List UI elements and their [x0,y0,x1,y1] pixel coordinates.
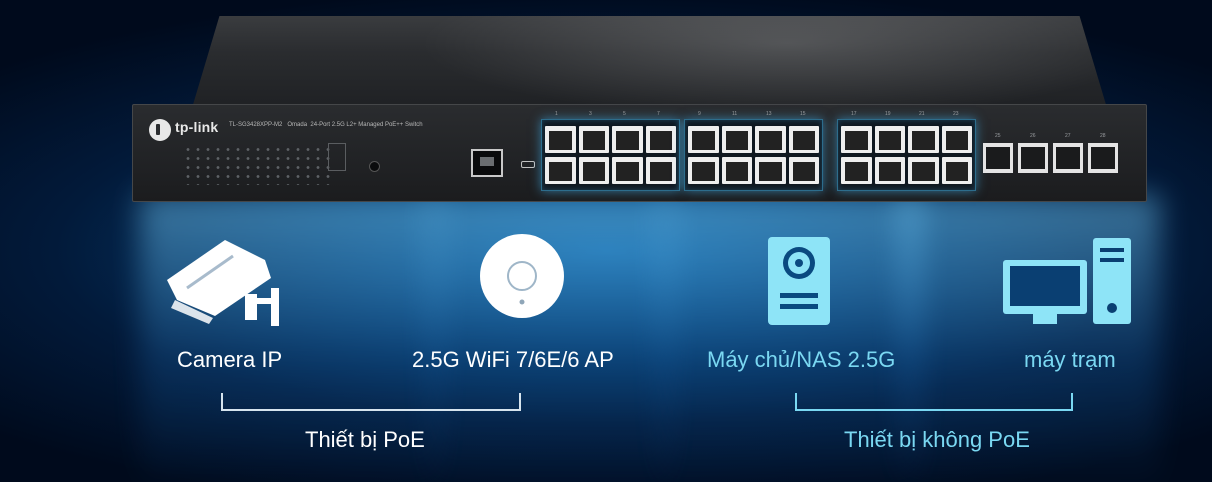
model-label: TL-SG3428XPP-M2 Omada 24-Port 2.5G L2+ M… [229,122,423,128]
model-number: TL-SG3428XPP-M2 [229,122,283,128]
rj45-port [874,157,905,184]
rj45-port [612,126,643,153]
sfp-port [983,143,1013,173]
workstation-icon [1003,238,1131,324]
port-group-2 [684,119,823,191]
sfp-port [1018,143,1048,173]
device-label-camera: Camera IP [177,347,283,372]
rj45-port [721,157,752,184]
device-label-workstation: máy trạm [1024,347,1116,372]
group-label-non-poe: Thiết bị không PoE [844,427,1030,452]
rj45-port [688,126,719,153]
status-led-grid [183,145,333,185]
rj45-port [941,157,972,184]
brand-name: tp-link [175,119,219,135]
port-number: 11 [732,111,738,117]
rj45-port [612,157,643,184]
group-label-poe: Thiết bị PoE [305,427,425,452]
rj45-port [578,157,609,184]
port-number: 3 [589,111,592,117]
sfp-number: 25 [995,133,1001,139]
sfp-number: 26 [1030,133,1036,139]
rj45-port [688,157,719,184]
switch-description: 24-Port 2.5G L2+ Managed PoE++ Switch [310,122,423,128]
rj45-port [755,157,786,184]
port-number: 9 [698,111,701,117]
port-number: 13 [766,111,772,117]
port-number: 17 [851,111,857,117]
non-poe-bracket [795,393,1073,411]
rj45-port [788,157,819,184]
rj45-port [545,157,576,184]
switch-top-cover [192,16,1107,108]
rj45-port [721,126,752,153]
security-camera-icon [167,240,279,326]
rj45-port [578,126,609,153]
promo-banner: tp-link TL-SG3428XPP-M2 Omada 24-Port 2.… [0,0,1212,482]
rj45-port [908,157,939,184]
device-label-nas: Máy chủ/NAS 2.5G [707,347,896,372]
nas-server-icon [768,237,830,325]
tp-link-logo-icon [149,119,171,141]
port-number: 7 [657,111,660,117]
device-label-ap: 2.5G WiFi 7/6E/6 AP [412,347,614,372]
rj45-port [841,157,872,184]
rj45-port [788,126,819,153]
reset-button[interactable] [369,161,380,172]
port-number: 19 [885,111,891,117]
rj45-port [545,126,576,153]
rj45-port [645,157,676,184]
rj45-port [874,126,905,153]
port-number: 21 [919,111,925,117]
console-port [471,149,503,177]
port-number: 1 [555,111,558,117]
rj45-port [941,126,972,153]
series-name: Omada [287,122,308,128]
sfp-number: 28 [1100,133,1106,139]
rj45-port [645,126,676,153]
switch-front-panel: tp-link TL-SG3428XPP-M2 Omada 24-Port 2.… [132,104,1147,202]
poe-bracket [221,393,521,411]
port-number: 15 [800,111,806,117]
port-number: 5 [623,111,626,117]
rj45-port [841,126,872,153]
port-group-1 [541,119,680,191]
sfp-port [1088,143,1118,173]
network-switch: tp-link TL-SG3428XPP-M2 Omada 24-Port 2.… [132,16,1147,202]
port-number: 23 [953,111,959,117]
rj45-port [755,126,786,153]
sfp-port [1053,143,1083,173]
usb-console-port [521,161,535,168]
sfp-led-box [328,143,346,171]
rj45-port [908,126,939,153]
access-point-icon [480,234,564,318]
port-group-3 [837,119,976,191]
sfp-number: 27 [1065,133,1071,139]
